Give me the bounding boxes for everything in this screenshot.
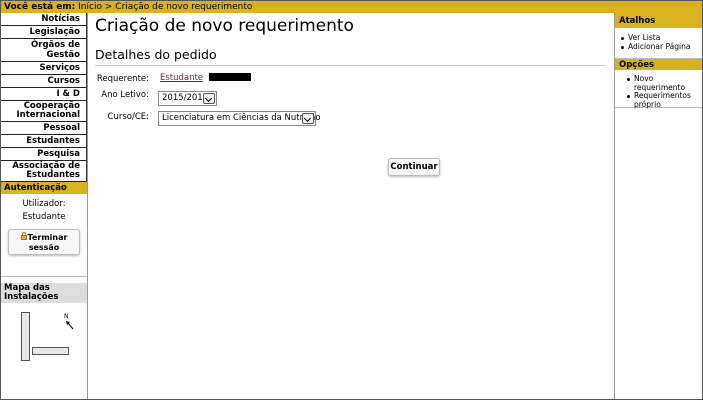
nav-item-cooperacao-internacional[interactable]: Cooperação Internacional: [1, 101, 86, 122]
breadcrumb-separator: >: [104, 2, 113, 12]
breadcrumb-current: Criação de novo requerimento: [115, 2, 253, 12]
shortcuts-section: Ver Lista Adicionar Página: [615, 28, 702, 59]
map-heading: Mapa das Instalações: [1, 283, 87, 303]
option-novo-requerimento[interactable]: Novo requerimento: [615, 74, 702, 92]
lock-icon: [20, 232, 27, 240]
logout-label: Terminar sessão: [27, 233, 68, 252]
options-list: Novo requerimento Requerimentos próprio: [615, 74, 702, 109]
facilities-map[interactable]: N: [1, 303, 87, 363]
nav-item-estudantes[interactable]: Estudantes: [1, 135, 86, 148]
nav-item-pesquisa[interactable]: Pesquisa: [1, 148, 86, 161]
north-label: N: [64, 313, 69, 320]
course-select[interactable]: Licenciatura em Ciências da Nutrição: [158, 111, 321, 126]
option-requerimentos-proprio[interactable]: Requerimentos próprio: [615, 91, 702, 109]
main-content: Criação de novo requerimento Detalhes do…: [95, 15, 607, 176]
nav-item-associacao-de-estudantes[interactable]: Associação de Estudantes: [1, 161, 86, 182]
nav-item-cursos[interactable]: Cursos: [1, 75, 86, 88]
user-label: Utilizador:: [22, 199, 66, 209]
breadcrumb-label: Você está em:: [4, 2, 76, 12]
continue-button[interactable]: Continuar: [388, 158, 440, 176]
auth-heading: Autenticação: [1, 182, 87, 194]
right-sidebar: Atalhos Ver Lista Adicionar Página Opçõe…: [614, 13, 702, 399]
user-value: Estudante: [22, 212, 66, 222]
year-select[interactable]: 2015/2016: [158, 91, 217, 106]
map-building-vertical: [21, 312, 30, 361]
year-select-value: 2015/2016: [162, 93, 209, 103]
nav-item-orgaos-de-gestao[interactable]: Órgãos de Gestão: [1, 39, 86, 62]
nav-item-pessoal[interactable]: Pessoal: [1, 122, 86, 135]
requester-value: Estudante: [160, 73, 203, 83]
chevron-down-icon: [203, 93, 215, 104]
request-form: Requerente: Estudante Ano Letivo: 2015/2…: [95, 66, 607, 176]
course-select-value: Licenciatura em Ciências da Nutrição: [162, 113, 321, 123]
nav-item-noticias[interactable]: Notícias: [1, 13, 86, 26]
north-arrow-icon: [66, 321, 74, 330]
map-building-horizontal: [32, 347, 69, 355]
page-title: Criação de novo requerimento: [95, 16, 354, 36]
options-section: Novo requerimento Requerimentos próprio: [615, 70, 702, 108]
auth-panel: Utilizador: Estudante Terminar sessão: [1, 194, 87, 277]
breadcrumb: Você está em: Início > Criação de novo r…: [1, 1, 702, 13]
options-heading: Opções: [615, 59, 702, 70]
chevron-down-icon: [302, 113, 314, 124]
course-label: Curso/CE:: [107, 112, 149, 122]
shortcuts-list: Ver Lista Adicionar Página: [615, 33, 702, 52]
nav-item-i-d[interactable]: I & D: [1, 88, 86, 101]
shortcuts-heading: Atalhos: [615, 13, 702, 28]
shortcut-adicionar-pagina[interactable]: Adicionar Página: [615, 42, 702, 52]
logout-button[interactable]: Terminar sessão: [8, 229, 80, 255]
nav-item-legislacao[interactable]: Legislação: [1, 26, 86, 39]
redacted-name: [209, 73, 251, 81]
breadcrumb-home-link[interactable]: Início: [78, 2, 102, 12]
main-nav: Notícias Legislação Órgãos de Gestão Ser…: [1, 13, 87, 182]
nav-item-servicos[interactable]: Serviços: [1, 62, 86, 75]
requester-label: Requerente:: [96, 74, 149, 84]
section-title: Detalhes do pedido: [95, 47, 606, 66]
requester-link[interactable]: Estudante: [160, 73, 203, 83]
year-label: Ano Letivo:: [101, 90, 149, 100]
left-sidebar: Notícias Legislação Órgãos de Gestão Ser…: [1, 13, 88, 399]
